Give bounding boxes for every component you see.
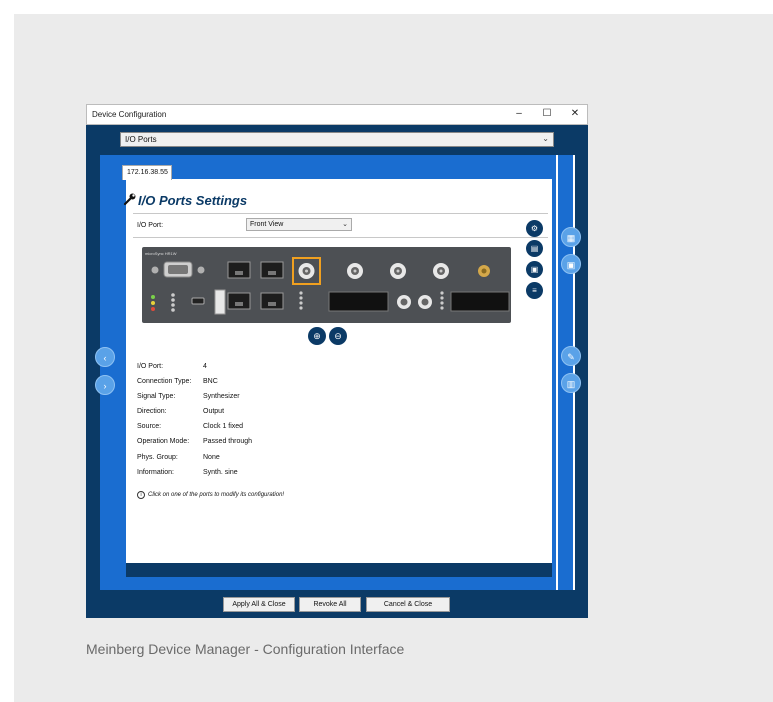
close-button[interactable]: ✕ xyxy=(568,107,582,121)
detail-row: Signal Type: Synthesizer xyxy=(137,393,240,400)
wrench-icon xyxy=(123,193,136,206)
settings-panel xyxy=(126,179,552,575)
navigate-forward-button[interactable]: › xyxy=(95,375,115,395)
folder-icon: ▤ xyxy=(530,244,539,253)
clipboard-icon: ▥ xyxy=(566,379,576,389)
chevron-down-icon: ⌄ xyxy=(342,221,348,228)
save-button[interactable]: ▣ xyxy=(526,261,543,278)
hint-text: i Click on one of the ports to modify its… xyxy=(137,491,284,499)
save-file-button[interactable]: ▣ xyxy=(561,254,581,274)
list-icon: ≡ xyxy=(532,286,537,295)
chevron-right-icon: › xyxy=(103,381,107,391)
divider xyxy=(133,237,548,238)
footer-bar: Apply All & Close Revoke All Cancel & Cl… xyxy=(86,590,588,618)
list-button[interactable]: ≡ xyxy=(526,282,543,299)
zoom-in-button[interactable]: ⊕ xyxy=(308,327,326,345)
right-rail-line xyxy=(556,155,558,591)
detail-row: Connection Type: BNC xyxy=(137,378,218,385)
maximize-button[interactable]: ☐ xyxy=(540,107,554,121)
view-select[interactable]: Front View ⌄ xyxy=(246,218,352,231)
section-select-value: I/O Ports xyxy=(125,135,157,144)
chevron-down-icon: ⌄ xyxy=(542,134,549,143)
detail-row: Operation Mode: Passed through xyxy=(137,438,253,445)
chevron-left-icon: ‹ xyxy=(103,353,107,363)
gear-icon: ⚙ xyxy=(530,224,539,233)
settings-button[interactable]: ⚙ xyxy=(526,220,543,237)
folder-icon: ▦ xyxy=(566,233,576,243)
minimize-button[interactable]: – xyxy=(512,107,526,121)
device-ports-drawing xyxy=(151,257,510,315)
tab-ip-address[interactable]: 172.16.38.55 xyxy=(122,165,172,180)
apply-all-close-button[interactable]: Apply All & Close xyxy=(223,597,295,612)
panel-bottom-strip xyxy=(126,563,552,577)
section-select[interactable]: I/O Ports ⌄ xyxy=(120,132,554,147)
navigate-back-button[interactable]: ‹ xyxy=(95,347,115,367)
zoom-in-icon: ⊕ xyxy=(313,331,321,341)
detail-row: I/O Port: 4 xyxy=(137,363,207,370)
info-icon: i xyxy=(137,491,145,499)
figure-caption: Meinberg Device Manager - Configuration … xyxy=(86,641,405,657)
load-file-button[interactable]: ▦ xyxy=(561,227,581,247)
section-bar: I/O Ports ⌄ xyxy=(86,125,588,155)
device-front-panel: microSync HR1W xyxy=(142,247,511,323)
open-button[interactable]: ▤ xyxy=(526,240,543,257)
view-select-value: Front View xyxy=(250,221,284,228)
tools-button[interactable]: ✎ xyxy=(561,346,581,366)
window-title: Device Configuration xyxy=(92,110,167,119)
detail-row: Source: Clock 1 fixed xyxy=(137,423,244,430)
detail-row: Phys. Group: None xyxy=(137,454,220,461)
zoom-out-icon: ⊖ xyxy=(334,331,342,341)
save-icon: ▣ xyxy=(530,265,539,274)
zoom-out-button[interactable]: ⊖ xyxy=(329,327,347,345)
page-title: I/O Ports Settings xyxy=(138,193,248,208)
io-port-label: I/O Port: xyxy=(137,222,164,229)
title-bar: Device Configuration – ☐ ✕ xyxy=(86,104,588,125)
wrench-icon: ✎ xyxy=(567,352,575,362)
detail-row: Direction: Output xyxy=(137,408,225,415)
revoke-all-button[interactable]: Revoke All xyxy=(299,597,361,612)
cancel-close-button[interactable]: Cancel & Close xyxy=(366,597,450,612)
detail-row: Information: Synth. sine xyxy=(137,469,238,476)
clipboard-button[interactable]: ▥ xyxy=(561,373,581,393)
divider xyxy=(133,213,548,214)
save-icon: ▣ xyxy=(566,260,576,270)
